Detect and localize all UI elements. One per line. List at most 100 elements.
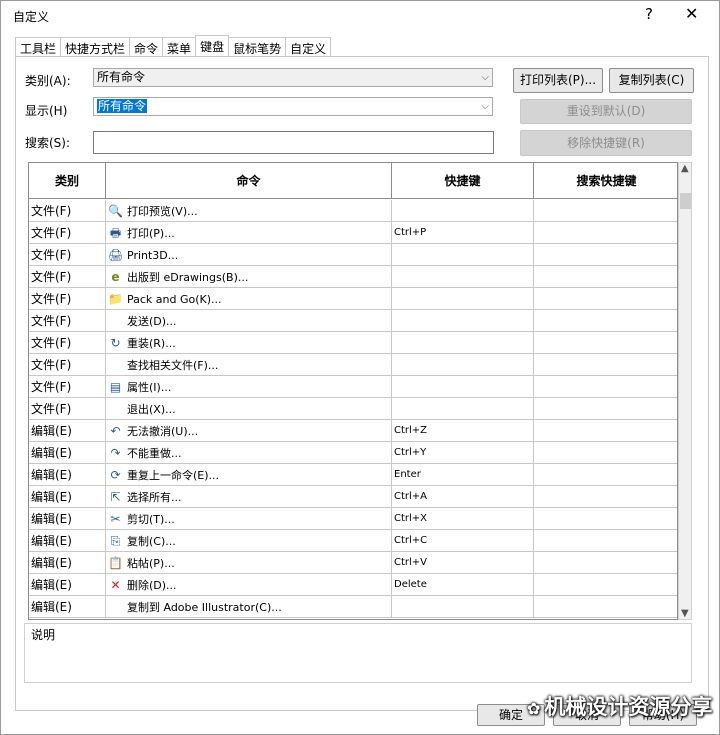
cell-shortcut[interactable] (392, 310, 534, 332)
window-title: 自定义 (13, 10, 50, 24)
table-row[interactable]: 编辑(E) ✂ 剪切(T)... Ctrl+X (29, 508, 677, 530)
table-row[interactable]: 文件(F) 查找相关文件(F)... (29, 354, 677, 376)
help-icon[interactable]: ? (645, 5, 653, 23)
cell-category: 文件(F) (29, 288, 106, 310)
cell-category: 文件(F) (29, 354, 106, 376)
cell-search-shortcut (534, 332, 677, 354)
table-row[interactable]: 文件(F) 🔍 打印预览(V)... (29, 200, 677, 222)
copy-list-button[interactable]: 复制列表(C) (609, 68, 694, 93)
print-list-button[interactable]: 打印列表(P)... (513, 68, 603, 93)
cell-category: 编辑(E) (29, 420, 106, 442)
table-row[interactable]: 文件(F) 🖶 打印(P)... Ctrl+P (29, 222, 677, 244)
cell-command: ⇱ 选择所有... (106, 486, 392, 508)
scroll-down-icon[interactable]: ▼ (681, 608, 689, 619)
table-row[interactable]: 编辑(E) ↶ 无法撤消(U)... Ctrl+Z (29, 420, 677, 442)
cell-shortcut[interactable]: Delete (392, 574, 534, 596)
cell-category: 编辑(E) (29, 486, 106, 508)
table-row[interactable]: 文件(F) e 出版到 eDrawings(B)... (29, 266, 677, 288)
table-row[interactable]: 文件(F) 退出(X)... (29, 398, 677, 420)
scroll-up-icon[interactable]: ▲ (681, 163, 689, 174)
select-all-icon: ⇱ (110, 490, 121, 504)
tab-0[interactable]: 工具栏 (15, 37, 62, 57)
cell-category: 文件(F) (29, 376, 106, 398)
command-label: 发送(D)... (127, 315, 177, 328)
cell-shortcut[interactable] (392, 376, 534, 398)
command-label: 剪切(T)... (127, 513, 175, 526)
cell-category: 编辑(E) (29, 508, 106, 530)
table-row[interactable]: 文件(F) 发送(D)... (29, 310, 677, 332)
cell-search-shortcut (534, 376, 677, 398)
category-dropdown[interactable]: 所有命令 ⌵ (93, 68, 493, 87)
table-row[interactable]: 编辑(E) ⎘ 复制(C)... Ctrl+C (29, 530, 677, 552)
table-row[interactable]: 编辑(E) ✕ 删除(D)... Delete (29, 574, 677, 596)
cell-search-shortcut (534, 398, 677, 420)
cell-shortcut[interactable]: Ctrl+C (392, 530, 534, 552)
command-label: 打印(P)... (127, 227, 175, 240)
cell-category: 编辑(E) (29, 552, 106, 574)
cell-command: 📋 粘帖(P)... (106, 552, 392, 574)
command-label: 退出(X)... (127, 403, 176, 416)
table-row[interactable]: 编辑(E) 复制到 Adobe Illustrator(C)... (29, 596, 677, 618)
cell-category: 文件(F) (29, 222, 106, 244)
cell-shortcut[interactable]: Ctrl+X (392, 508, 534, 530)
cell-shortcut[interactable]: Ctrl+P (392, 222, 534, 244)
cell-search-shortcut (534, 244, 677, 266)
cell-shortcut[interactable] (392, 200, 534, 222)
cell-search-shortcut (534, 222, 677, 244)
cell-shortcut[interactable] (392, 354, 534, 376)
table-scrollbar[interactable]: ▲ ▼ (678, 162, 692, 620)
table-row[interactable]: 编辑(E) ⟳ 重复上一命令(E)... Enter (29, 464, 677, 486)
column-header-shortcut[interactable]: 快捷键 (392, 163, 534, 199)
cell-shortcut[interactable] (392, 288, 534, 310)
reset-default-button[interactable]: 重设到默认(D) (520, 99, 692, 124)
cell-search-shortcut (534, 464, 677, 486)
table-row[interactable]: 编辑(E) ⇱ 选择所有... Ctrl+A (29, 486, 677, 508)
cell-shortcut[interactable]: Enter (392, 464, 534, 486)
cell-command: ⟳ 重复上一命令(E)... (106, 464, 392, 486)
command-label: 出版到 eDrawings(B)... (127, 271, 249, 284)
cell-shortcut[interactable] (392, 398, 534, 420)
table-row[interactable]: 编辑(E) ↷ 不能重做... Ctrl+Y (29, 442, 677, 464)
cell-shortcut[interactable] (392, 266, 534, 288)
table-row[interactable]: 文件(F) 🖨 Print3D... (29, 244, 677, 266)
table-row[interactable]: 文件(F) 📁 Pack and Go(K)... (29, 288, 677, 310)
table-row[interactable]: 编辑(E) 📋 粘帖(P)... Ctrl+V (29, 552, 677, 574)
display-dropdown[interactable]: 所有命令 ⌵ (93, 97, 493, 116)
column-header-command[interactable]: 命令 (106, 163, 392, 199)
cell-command: ✂ 剪切(T)... (106, 508, 392, 530)
cell-command: 🖨 Print3D... (106, 244, 392, 266)
properties-icon: ▤ (109, 380, 122, 394)
cell-shortcut[interactable] (392, 244, 534, 266)
cell-search-shortcut (534, 288, 677, 310)
command-label: 属性(I)... (127, 381, 172, 394)
tab-1[interactable]: 快捷方式栏 (60, 37, 131, 57)
cell-category: 文件(F) (29, 200, 106, 222)
cell-shortcut[interactable]: Ctrl+A (392, 486, 534, 508)
cell-shortcut[interactable]: Ctrl+Z (392, 420, 534, 442)
command-label: Print3D... (127, 249, 179, 262)
display-value: 所有命令 (97, 99, 148, 113)
cell-shortcut[interactable] (392, 596, 534, 618)
cell-category: 编辑(E) (29, 530, 106, 552)
tab-6[interactable]: 自定义 (285, 37, 332, 57)
search-input[interactable] (93, 131, 494, 154)
cell-shortcut[interactable] (392, 332, 534, 354)
table-row[interactable]: 文件(F) ↻ 重装(R)... (29, 332, 677, 354)
cell-command: ↶ 无法撤消(U)... (106, 420, 392, 442)
table-row[interactable]: 文件(F) ▤ 属性(I)... (29, 376, 677, 398)
column-header-category[interactable]: 类别 (29, 163, 106, 199)
scrollbar-thumb[interactable] (680, 193, 691, 209)
column-header-search-shortcut[interactable]: 搜索快捷键 (534, 163, 677, 199)
cell-shortcut[interactable]: Ctrl+V (392, 552, 534, 574)
tab-3[interactable]: 菜单 (162, 37, 197, 57)
cell-category: 文件(F) (29, 266, 106, 288)
customize-dialog: 自定义 ? ✕ 工具栏 快捷方式栏 命令 菜单 键盘 鼠标笔势 自定义 类别(A): 所有命… (0, 0, 720, 735)
cell-search-shortcut (534, 574, 677, 596)
tab-2[interactable]: 命令 (129, 37, 164, 57)
cell-shortcut[interactable]: Ctrl+Y (392, 442, 534, 464)
paste-icon: 📋 (108, 556, 123, 570)
close-icon[interactable]: ✕ (685, 4, 698, 23)
tab-5[interactable]: 鼠标笔势 (228, 37, 287, 57)
tab-4[interactable]: 键盘 (195, 35, 230, 57)
remove-shortcut-button[interactable]: 移除快捷键(R) (520, 130, 692, 156)
